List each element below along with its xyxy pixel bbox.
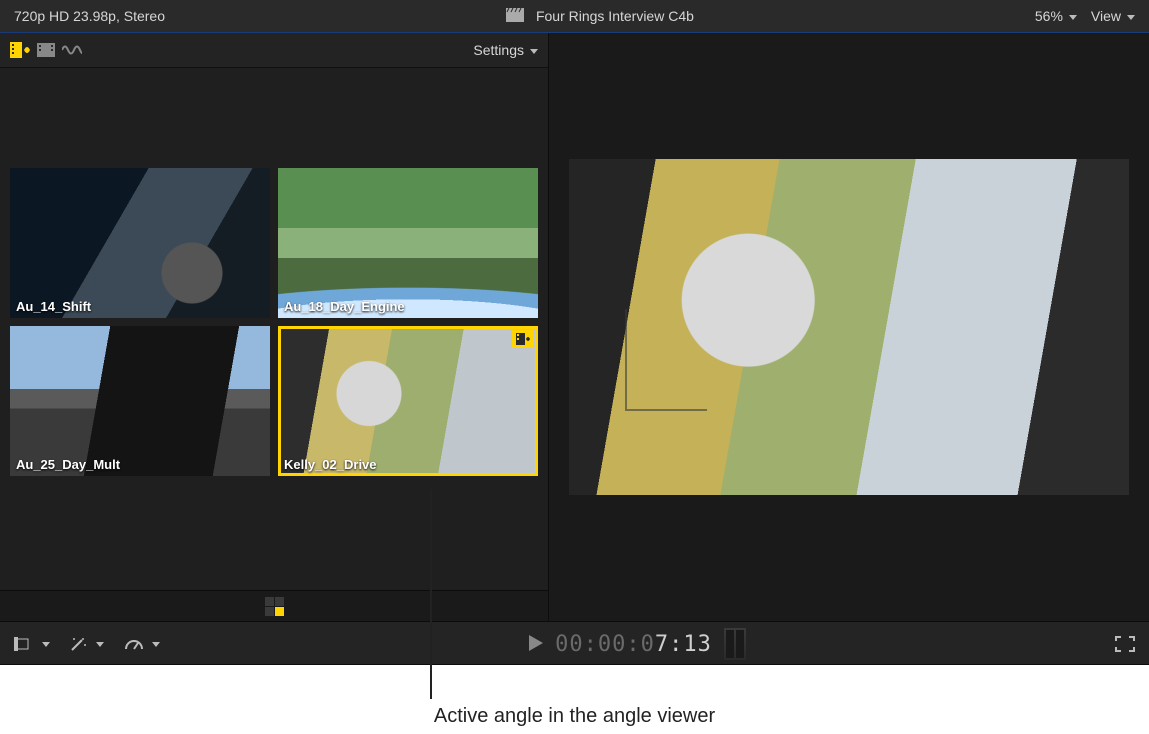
play-icon[interactable] bbox=[529, 632, 543, 657]
angle-grid: Au_14_Shift Au_18_Day_Engine Au_25_Day_M… bbox=[0, 68, 548, 590]
main-viewer bbox=[549, 33, 1149, 621]
app-window: 720p HD 23.98p, Stereo Four Rings Interv… bbox=[0, 0, 1149, 665]
switch-video-only-icon[interactable] bbox=[36, 42, 56, 58]
transport-bar: 00:00:07:13 bbox=[0, 621, 1149, 665]
angle-viewer-pane: Settings Au_14_Shift Au_18_Day_Engine Au… bbox=[0, 33, 549, 621]
angle-toolbar: Settings bbox=[0, 33, 548, 68]
view-dropdown[interactable]: View bbox=[1091, 8, 1135, 24]
trim-tool-menu[interactable] bbox=[14, 637, 50, 651]
zoom-dropdown[interactable]: 56% bbox=[1035, 8, 1077, 24]
clip-title-text: Four Rings Interview C4b bbox=[536, 8, 694, 24]
angle-cell[interactable]: Au_18_Day_Engine bbox=[278, 168, 538, 318]
viewer-frame[interactable] bbox=[569, 159, 1129, 495]
audio-meter[interactable] bbox=[724, 628, 746, 660]
angle-label: Kelly_02_Drive bbox=[284, 457, 377, 472]
annotation-callout: Active angle in the angle viewer bbox=[0, 665, 1149, 728]
grid-layout-indicator[interactable] bbox=[265, 597, 284, 616]
clapper-icon bbox=[506, 8, 524, 25]
angle-label: Au_18_Day_Engine bbox=[284, 299, 405, 314]
angle-grid-footer bbox=[0, 590, 548, 621]
enhancements-menu[interactable] bbox=[70, 636, 104, 652]
timecode-active: 7:13 bbox=[655, 632, 712, 657]
retime-menu[interactable] bbox=[124, 637, 160, 651]
fullscreen-button[interactable] bbox=[1115, 636, 1135, 652]
timecode-inactive: 00:00:0 bbox=[555, 632, 655, 657]
angle-label: Au_25_Day_Mult bbox=[16, 457, 120, 472]
angle-label: Au_14_Shift bbox=[16, 299, 91, 314]
timecode-display[interactable]: 00:00:07:13 bbox=[180, 628, 1095, 660]
callout-leader-line bbox=[430, 489, 432, 699]
angle-cell-active[interactable]: Kelly_02_Drive bbox=[278, 326, 538, 476]
clip-title: Four Rings Interview C4b bbox=[175, 8, 1025, 25]
switch-audio-only-icon[interactable] bbox=[62, 42, 82, 58]
switch-video-audio-icon[interactable] bbox=[10, 42, 30, 58]
angle-cell[interactable]: Au_14_Shift bbox=[10, 168, 270, 318]
callout-text: Active angle in the angle viewer bbox=[434, 705, 715, 727]
angle-cell[interactable]: Au_25_Day_Mult bbox=[10, 326, 270, 476]
safe-zone-overlay bbox=[625, 309, 707, 411]
format-info: 720p HD 23.98p, Stereo bbox=[14, 8, 165, 24]
top-bar: 720p HD 23.98p, Stereo Four Rings Interv… bbox=[0, 0, 1149, 33]
active-angle-badge-icon bbox=[512, 330, 534, 348]
angle-settings-dropdown[interactable]: Settings bbox=[473, 42, 538, 58]
